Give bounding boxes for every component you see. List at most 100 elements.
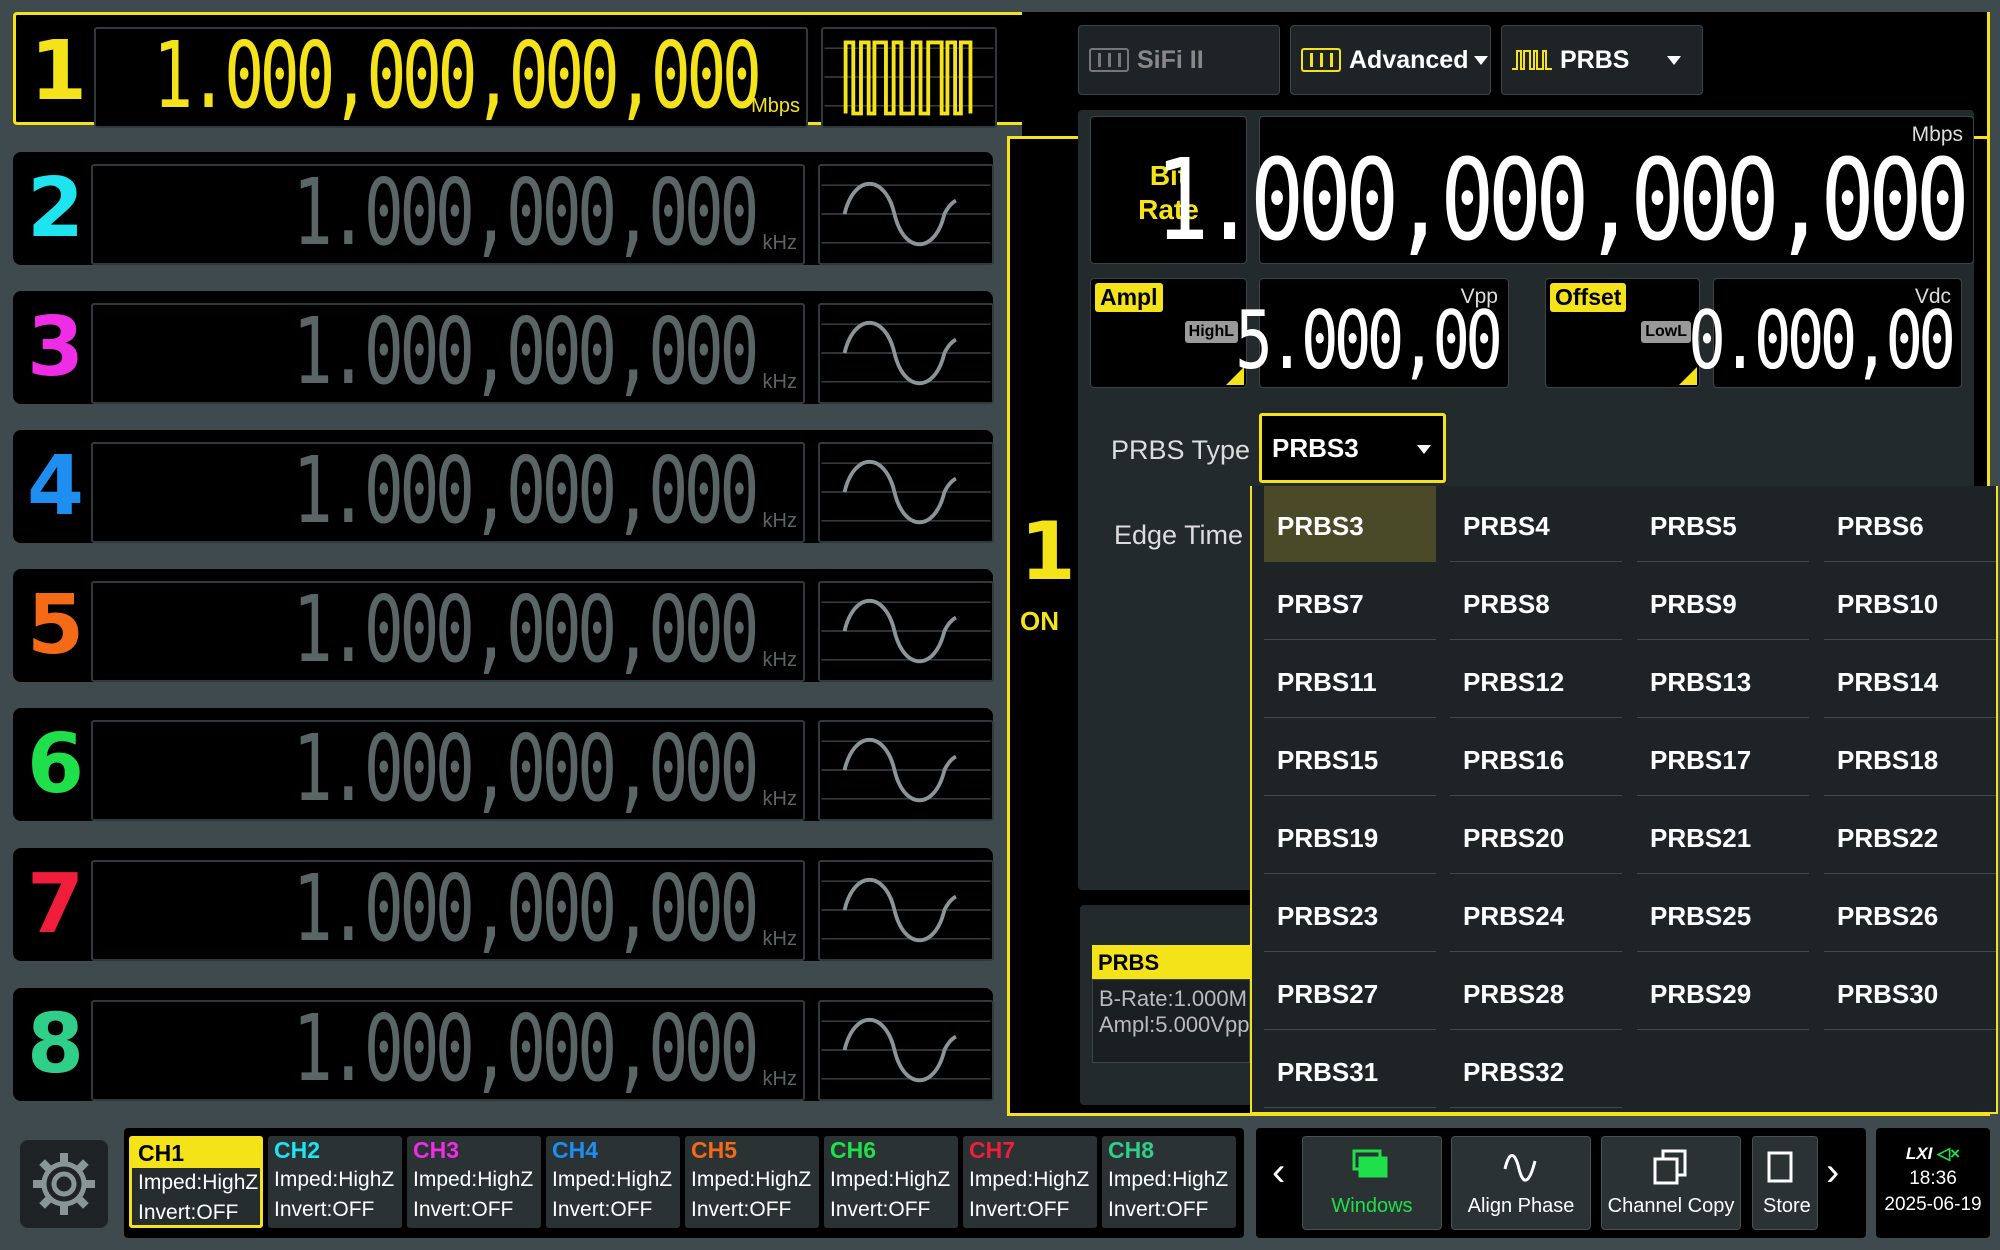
- channel-tab-ch6[interactable]: CH6 Imped:HighZ Invert:OFF: [824, 1136, 958, 1228]
- active-channel-number: 1: [1020, 505, 1076, 598]
- scroll-right-button[interactable]: ›: [1826, 1150, 1839, 1195]
- prbs-option-prbs29[interactable]: PRBS29: [1637, 954, 1809, 1030]
- channel-frequency-value: 1.000,000,000,000: [153, 22, 762, 129]
- channel-output-state[interactable]: ON: [1020, 606, 1059, 637]
- func-label: Channel Copy: [1607, 1195, 1735, 1217]
- channel-row-7[interactable]: 7 1.000,000,000 kHz: [13, 848, 994, 961]
- prbs-option-prbs25[interactable]: PRBS25: [1637, 876, 1809, 952]
- channel-copy-button[interactable]: Channel Copy: [1601, 1136, 1741, 1230]
- prbs-option-prbs11[interactable]: PRBS11: [1264, 642, 1436, 718]
- channel-row-4[interactable]: 4 1.000,000,000 kHz: [13, 430, 994, 543]
- channel-tab-name: CH6: [830, 1137, 877, 1163]
- func-icon: [1499, 1149, 1543, 1191]
- channel-tab-ch3[interactable]: CH3 Imped:HighZ Invert:OFF: [407, 1136, 541, 1228]
- channel-tab-imped: Imped:HighZ: [552, 1168, 673, 1191]
- channel-tab-ch5[interactable]: CH5 Imped:HighZ Invert:OFF: [685, 1136, 819, 1228]
- offset-value: 0.000,00: [1687, 294, 1956, 387]
- channel-row-8[interactable]: 8 1.000,000,000 kHz: [13, 988, 994, 1101]
- prbs-option-prbs12[interactable]: PRBS12: [1450, 642, 1622, 718]
- prbs-option-prbs6[interactable]: PRBS6: [1824, 486, 1996, 562]
- offset-value-field[interactable]: Vdc 0.000,00: [1688, 278, 1962, 388]
- prbs-option-prbs5[interactable]: PRBS5: [1637, 486, 1809, 562]
- prbs-option-prbs18[interactable]: PRBS18: [1824, 720, 1996, 796]
- chevron-down-icon: [1667, 55, 1682, 65]
- waveform-type-button[interactable]: PRBS: [1501, 25, 1703, 95]
- channel-frequency-field[interactable]: 1.000,000,000 kHz: [91, 1000, 805, 1101]
- channel-frequency-field[interactable]: 1.000,000,000,000 Mbps: [94, 27, 808, 128]
- prbs-wave-icon: [1512, 50, 1552, 70]
- channel-row-6[interactable]: 6 1.000,000,000 kHz: [13, 708, 994, 821]
- ampl-label-button[interactable]: Ampl HighL: [1090, 278, 1247, 388]
- prbs-option-prbs24[interactable]: PRBS24: [1450, 876, 1622, 952]
- prbs-option-prbs9[interactable]: PRBS9: [1637, 564, 1809, 640]
- prbs-option-prbs7[interactable]: PRBS7: [1264, 564, 1436, 640]
- prbs-type-select[interactable]: PRBS3: [1259, 413, 1446, 483]
- lxi-logo: LXI ◁×: [1876, 1144, 1990, 1164]
- prbs-option-prbs19[interactable]: PRBS19: [1264, 798, 1436, 874]
- channel-tab-invert: Invert:OFF: [830, 1198, 931, 1221]
- channel-waveform-preview[interactable]: [818, 442, 994, 543]
- channel-waveform-preview[interactable]: [818, 164, 994, 265]
- channel-row-2[interactable]: 2 1.000,000,000 kHz: [13, 152, 994, 265]
- func-label: Store: [1763, 1195, 1811, 1217]
- prbs-option-prbs13[interactable]: PRBS13: [1637, 642, 1809, 718]
- prbs-option-prbs31[interactable]: PRBS31: [1264, 1032, 1436, 1108]
- prbs-option-prbs15[interactable]: PRBS15: [1264, 720, 1436, 796]
- speaker-muted-icon: ◁×: [1937, 1144, 1961, 1163]
- ampl-value: 5.000,00: [1234, 294, 1503, 387]
- channel-waveform-preview[interactable]: [818, 1000, 994, 1101]
- offset-label-button[interactable]: Offset LowL: [1545, 278, 1700, 388]
- channel-waveform-preview[interactable]: [818, 581, 994, 682]
- channel-frequency-value: 1.000,000,000: [292, 855, 760, 962]
- channel-frequency-field[interactable]: 1.000,000,000 kHz: [91, 442, 805, 543]
- prbs-option-prbs20[interactable]: PRBS20: [1450, 798, 1622, 874]
- prbs-option-prbs32[interactable]: PRBS32: [1450, 1032, 1622, 1108]
- channel-frequency-field[interactable]: 1.000,000,000 kHz: [91, 581, 805, 682]
- channel-tab-ch1[interactable]: CH1 Imped:HighZ Invert:OFF: [129, 1136, 263, 1228]
- advanced-mode-button[interactable]: Advanced: [1290, 25, 1491, 95]
- channel-tab-ch7[interactable]: CH7 Imped:HighZ Invert:OFF: [963, 1136, 1097, 1228]
- prbs-option-prbs28[interactable]: PRBS28: [1450, 954, 1622, 1030]
- prbs-option-prbs17[interactable]: PRBS17: [1637, 720, 1809, 796]
- channel-frequency-field[interactable]: 1.000,000,000 kHz: [91, 720, 805, 821]
- channel-waveform-preview[interactable]: [818, 860, 994, 961]
- ampl-value-field[interactable]: Vpp 5.000,00: [1235, 278, 1509, 388]
- channel-frequency-unit: kHz: [762, 371, 797, 393]
- channel-row-5[interactable]: 5 1.000,000,000 kHz: [13, 569, 994, 682]
- sine-wave-icon: [821, 878, 991, 942]
- channel-tab-ch2[interactable]: CH2 Imped:HighZ Invert:OFF: [268, 1136, 402, 1228]
- prbs-option-prbs21[interactable]: PRBS21: [1637, 798, 1809, 874]
- channel-waveform-preview[interactable]: [818, 720, 994, 821]
- channel-tab-ch4[interactable]: CH4 Imped:HighZ Invert:OFF: [546, 1136, 680, 1228]
- prbs-option-prbs23[interactable]: PRBS23: [1264, 876, 1436, 952]
- channel-waveform-preview[interactable]: [821, 27, 997, 128]
- prbs-option-prbs4[interactable]: PRBS4: [1450, 486, 1622, 562]
- channel-waveform-preview[interactable]: [818, 303, 994, 404]
- channel-row-3[interactable]: 3 1.000,000,000 kHz: [13, 291, 994, 404]
- channel-number: 5: [27, 578, 85, 673]
- channel-tab-name: CH2: [274, 1137, 321, 1163]
- align-phase-button[interactable]: Align Phase: [1451, 1136, 1591, 1230]
- prbs-option-prbs14[interactable]: PRBS14: [1824, 642, 1996, 718]
- prbs-option-prbs8[interactable]: PRBS8: [1450, 564, 1622, 640]
- channel-tab-imped: Imped:HighZ: [969, 1168, 1090, 1191]
- windows-button[interactable]: Windows: [1302, 1136, 1442, 1230]
- channel-frequency-field[interactable]: 1.000,000,000 kHz: [91, 303, 805, 404]
- channel-tab-ch8[interactable]: CH8 Imped:HighZ Invert:OFF: [1102, 1136, 1236, 1228]
- prbs-option-prbs26[interactable]: PRBS26: [1824, 876, 1996, 952]
- sifi-mode-button[interactable]: SiFi II: [1078, 25, 1280, 95]
- settings-button[interactable]: [20, 1140, 108, 1228]
- prbs-option-prbs3[interactable]: PRBS3: [1264, 486, 1436, 562]
- scroll-left-button[interactable]: ‹: [1272, 1150, 1285, 1195]
- prbs-option-prbs27[interactable]: PRBS27: [1264, 954, 1436, 1030]
- channel-frequency-field[interactable]: 1.000,000,000 kHz: [91, 164, 805, 265]
- channel-frequency-field[interactable]: 1.000,000,000 kHz: [91, 860, 805, 961]
- prbs-option-prbs16[interactable]: PRBS16: [1450, 720, 1622, 796]
- prbs-option-prbs10[interactable]: PRBS10: [1824, 564, 1996, 640]
- sifi-mode-label: SiFi II: [1137, 45, 1204, 74]
- bit-rate-value-field[interactable]: Mbps 1.000,000,000,000: [1155, 116, 1974, 264]
- store-button[interactable]: Store: [1752, 1136, 1818, 1230]
- prbs-option-prbs30[interactable]: PRBS30: [1824, 954, 1996, 1030]
- prbs-option-prbs22[interactable]: PRBS22: [1824, 798, 1996, 874]
- channel-row-1[interactable]: 1 1.000,000,000,000 Mbps: [13, 12, 1023, 128]
